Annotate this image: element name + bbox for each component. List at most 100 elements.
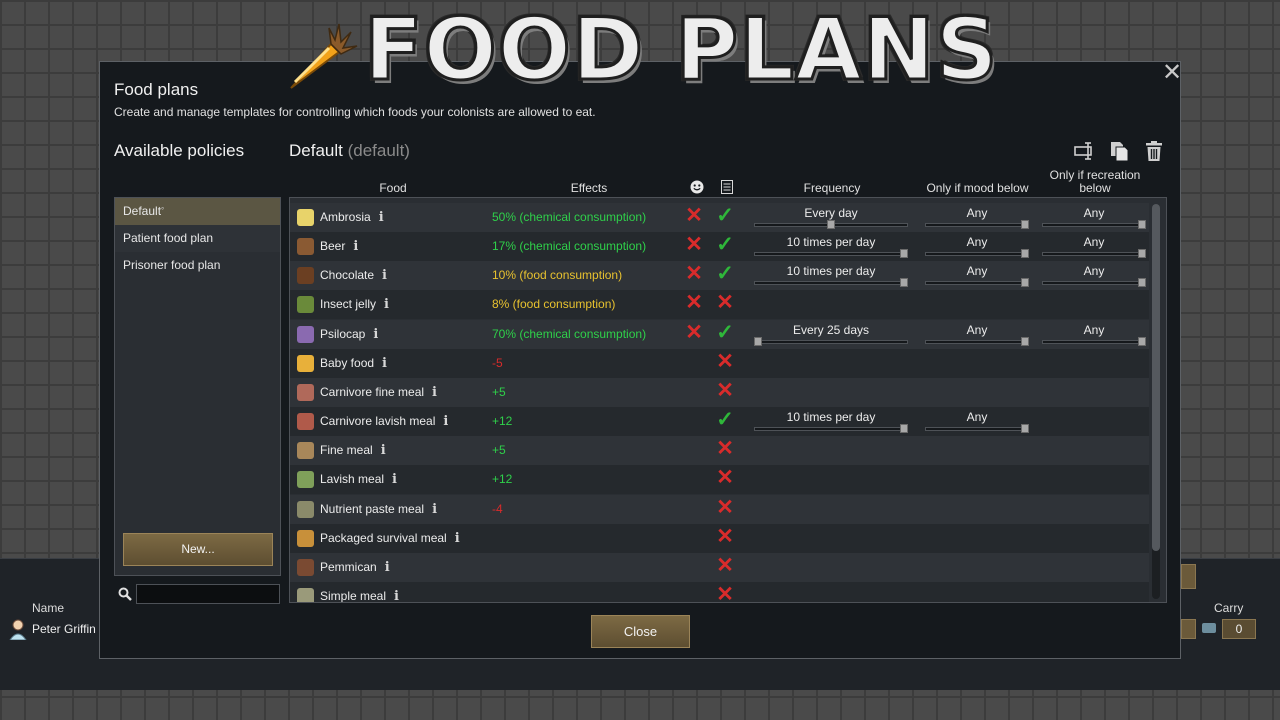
rename-icon[interactable] (1074, 140, 1096, 162)
recreation-below-slider-track[interactable] (1042, 281, 1146, 285)
close-icon[interactable]: ✕ (1161, 61, 1183, 85)
carry-value[interactable]: 0 (1222, 619, 1256, 639)
food-name: Nutrient paste meal i (320, 502, 437, 517)
mood-below-slider-track[interactable] (925, 252, 1029, 256)
search-input[interactable] (136, 584, 280, 604)
info-icon[interactable]: i (432, 385, 437, 400)
frequency-slider[interactable]: Every 25 days (754, 320, 908, 349)
policy-item-patient[interactable]: Patient food plan (115, 225, 280, 252)
info-icon[interactable]: i (392, 472, 397, 487)
mood-below-slider-handle[interactable] (1021, 220, 1029, 229)
mood-below-slider[interactable]: Any (925, 320, 1029, 349)
mood-cross-icon[interactable]: ✕ (683, 322, 705, 344)
mood-below-slider[interactable]: Any (925, 261, 1029, 290)
carry-side-button[interactable] (1181, 619, 1196, 639)
mood-below-slider-track[interactable] (925, 281, 1029, 285)
info-icon[interactable]: i (455, 531, 460, 546)
mood-below-slider[interactable]: Any (925, 232, 1029, 261)
allowed-check-icon[interactable]: ✓ (714, 263, 736, 285)
mood-below-slider-label: Any (966, 235, 988, 249)
allowed-cross-icon[interactable]: ✕ (714, 351, 736, 373)
recreation-below-slider-track[interactable] (1042, 252, 1146, 256)
info-icon[interactable]: i (432, 502, 437, 517)
allowed-cross-icon[interactable]: ✕ (714, 467, 736, 489)
food-name-label: Carnivore fine meal (320, 385, 425, 399)
info-icon[interactable]: i (373, 327, 378, 342)
food-name-label: Baby food (320, 356, 375, 370)
info-icon[interactable]: i (379, 210, 384, 225)
frequency-slider[interactable]: 10 times per day (754, 261, 908, 290)
mood-cross-icon[interactable]: ✕ (683, 292, 705, 314)
mood-below-slider-handle[interactable] (1021, 249, 1029, 258)
frequency-slider-handle[interactable] (827, 220, 835, 229)
allowed-check-icon[interactable]: ✓ (714, 205, 736, 227)
mood-below-slider-handle[interactable] (1021, 337, 1029, 346)
allowed-cross-icon[interactable]: ✕ (714, 292, 736, 314)
pawn-name[interactable]: Peter Griffin (32, 622, 96, 636)
frequency-slider[interactable]: 10 times per day (754, 407, 908, 436)
frequency-slider-handle[interactable] (900, 249, 908, 258)
mood-below-slider-handle[interactable] (1021, 278, 1029, 287)
allowed-cross-icon[interactable]: ✕ (714, 438, 736, 460)
info-icon[interactable]: i (382, 356, 387, 371)
info-icon[interactable]: i (443, 414, 448, 429)
mood-below-slider-track[interactable] (925, 340, 1029, 344)
info-icon[interactable]: i (382, 268, 387, 283)
mood-below-slider-handle[interactable] (1021, 424, 1029, 433)
mood-cross-icon[interactable]: ✕ (683, 263, 705, 285)
new-policy-button[interactable]: New... (123, 533, 273, 566)
mood-below-slider-track[interactable] (925, 223, 1029, 227)
recreation-below-slider-handle[interactable] (1138, 249, 1146, 258)
allowed-check-icon[interactable]: ✓ (714, 409, 736, 431)
food-row: Carnivore lavish meal i +12 ✓ 10 times per d… (290, 407, 1149, 436)
mood-cross-icon[interactable]: ✕ (683, 205, 705, 227)
allowed-check-icon[interactable]: ✓ (714, 234, 736, 256)
recreation-below-slider-handle[interactable] (1138, 220, 1146, 229)
info-icon[interactable]: i (385, 560, 390, 575)
recreation-below-slider[interactable]: Any (1042, 320, 1146, 349)
recreation-below-slider-track[interactable] (1042, 223, 1146, 227)
recreation-below-slider[interactable]: Any (1042, 261, 1146, 290)
allowed-cross-icon[interactable]: ✕ (714, 526, 736, 548)
info-icon[interactable]: i (353, 239, 358, 254)
mood-cross-icon[interactable]: ✕ (683, 234, 705, 256)
delete-icon[interactable] (1143, 140, 1165, 162)
frequency-slider[interactable]: Every day (754, 203, 908, 232)
scrollbar-thumb[interactable] (1152, 204, 1160, 551)
allowed-check-icon[interactable]: ✓ (714, 322, 736, 344)
frequency-slider-handle[interactable] (900, 424, 908, 433)
frequency-slider-track[interactable] (754, 427, 908, 431)
allowed-cross-icon[interactable]: ✕ (714, 584, 736, 603)
mood-below-slider-track[interactable] (925, 427, 1029, 431)
table-scrollbar[interactable] (1152, 204, 1160, 599)
frequency-slider-track[interactable] (754, 252, 908, 256)
recreation-below-slider-handle[interactable] (1138, 278, 1146, 287)
frequency-slider-label: Every day (804, 206, 858, 220)
frequency-slider-track[interactable] (754, 340, 908, 344)
colonist-bar-button[interactable] (1181, 564, 1196, 589)
frequency-slider-handle[interactable] (900, 278, 908, 287)
info-icon[interactable]: i (384, 297, 389, 312)
recreation-below-slider-handle[interactable] (1138, 337, 1146, 346)
mood-below-slider[interactable]: Any (925, 407, 1029, 436)
info-icon[interactable]: i (394, 589, 399, 602)
mood-below-slider[interactable]: Any (925, 203, 1029, 232)
allowed-cross-icon[interactable]: ✕ (714, 380, 736, 402)
close-button[interactable]: Close (591, 615, 690, 648)
food-name-label: Nutrient paste meal (320, 502, 425, 516)
recreation-below-slider-track[interactable] (1042, 340, 1146, 344)
frequency-slider-handle[interactable] (754, 337, 762, 346)
recreation-below-slider[interactable]: Any (1042, 232, 1146, 261)
allowed-cross-icon[interactable]: ✕ (714, 555, 736, 577)
policy-title: Default (default) (289, 141, 410, 161)
info-icon[interactable]: i (381, 443, 386, 458)
policy-item-prisoner[interactable]: Prisoner food plan (115, 252, 280, 279)
pawn-avatar[interactable] (8, 618, 28, 640)
frequency-slider[interactable]: 10 times per day (754, 232, 908, 261)
policy-item-default[interactable]: Default° (115, 198, 280, 225)
frequency-slider-label: Every 25 days (792, 323, 870, 337)
allowed-cross-icon[interactable]: ✕ (714, 497, 736, 519)
copy-icon[interactable] (1108, 140, 1130, 162)
frequency-slider-track[interactable] (754, 281, 908, 285)
recreation-below-slider[interactable]: Any (1042, 203, 1146, 232)
